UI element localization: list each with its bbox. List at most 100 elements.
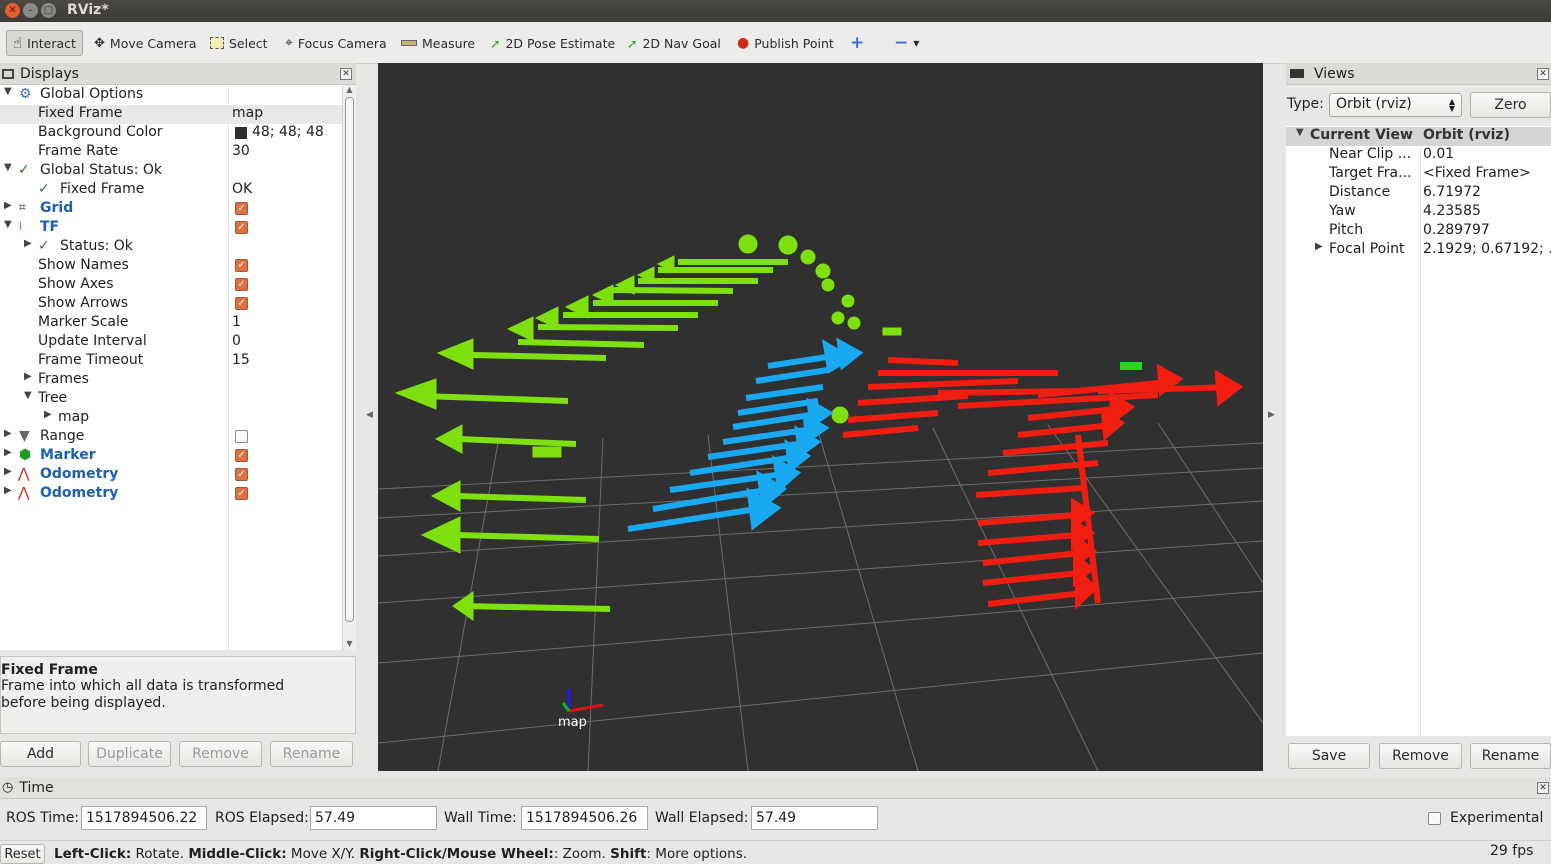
tree-row-fixed-frame[interactable]: Fixed Frame map: [0, 105, 342, 124]
remove-display-button[interactable]: Remove: [179, 741, 262, 767]
tree-row-global-status[interactable]: ▼ ✓ Global Status: Ok: [0, 162, 342, 181]
chevron-right-icon[interactable]: ▶: [4, 485, 12, 496]
range-checkbox[interactable]: [235, 430, 248, 443]
tree-row-grid[interactable]: ▶ ⌗ Grid ✓: [0, 200, 342, 219]
frame-rate-value[interactable]: 30: [232, 143, 250, 159]
scrollbar-thumb[interactable]: [345, 97, 354, 622]
tree-row-show-axes[interactable]: Show Axes ✓: [0, 276, 342, 295]
tree-row-global-options[interactable]: ▼ ⚙ Global Options: [0, 86, 342, 105]
rename-view-button[interactable]: Rename: [1470, 743, 1551, 769]
tree-row-frame-timeout[interactable]: Frame Timeout 15: [0, 352, 342, 371]
reset-button[interactable]: Reset: [0, 844, 45, 864]
view-prop-value[interactable]: 4.23585: [1423, 203, 1481, 219]
view-prop-row[interactable]: Target Fra... <Fixed Frame>: [1286, 165, 1551, 184]
close-window-button[interactable]: ✕: [5, 3, 20, 18]
remove-tool-button[interactable]: − ▼: [888, 30, 925, 56]
tree-row-frames[interactable]: ▶ Frames: [0, 371, 342, 390]
tree-row-odometry-1[interactable]: ▶ ⋀ Odometry ✓: [0, 466, 342, 485]
view-prop-row[interactable]: ▶ Focal Point 2.1929; 0.67192; ...: [1286, 241, 1551, 260]
wall-time-field[interactable]: 1517894506.26: [521, 806, 648, 830]
tree-row-show-arrows[interactable]: Show Arrows ✓: [0, 295, 342, 314]
chevron-right-icon[interactable]: ▶: [44, 409, 52, 420]
chevron-right-icon[interactable]: ▶: [4, 428, 12, 439]
2d-nav-goal-tool[interactable]: ➚ 2D Nav Goal: [621, 30, 727, 56]
displays-tree[interactable]: ▼ ⚙ Global Options Fixed Frame map Backg…: [0, 85, 342, 650]
add-display-button[interactable]: Add: [0, 741, 81, 767]
chevron-right-icon[interactable]: ▶: [4, 466, 12, 477]
tf-checkbox[interactable]: ✓: [235, 221, 248, 234]
tree-row-range[interactable]: ▶ ▼ Range: [0, 428, 342, 447]
chevron-down-icon[interactable]: ▼: [4, 86, 12, 97]
chevron-down-icon[interactable]: ▼: [4, 162, 12, 173]
right-splitter-handle[interactable]: ▶: [1268, 410, 1275, 420]
tree-row-tf[interactable]: ▼ ⟊ TF ✓: [0, 219, 342, 238]
marker-scale-value[interactable]: 1: [232, 314, 241, 330]
tree-row-marker-scale[interactable]: Marker Scale 1: [0, 314, 342, 333]
left-splitter-handle[interactable]: ◀: [366, 410, 373, 420]
maximize-window-button[interactable]: □: [41, 3, 56, 18]
tree-row-marker[interactable]: ▶ ⬢ Marker ✓: [0, 447, 342, 466]
move-camera-tool[interactable]: ✥ Move Camera: [88, 30, 202, 56]
wall-elapsed-field[interactable]: 57.49: [751, 806, 878, 830]
add-tool-button[interactable]: +: [844, 30, 870, 56]
select-tool[interactable]: Select: [204, 30, 274, 56]
remove-view-button[interactable]: Remove: [1379, 743, 1462, 769]
tree-row-background-color[interactable]: Background Color 48; 48; 48: [0, 124, 342, 143]
save-view-button[interactable]: Save: [1288, 743, 1370, 769]
view-prop-value[interactable]: 6.71972: [1423, 184, 1481, 200]
2d-pose-estimate-tool[interactable]: ➚ 2D Pose Estimate: [484, 30, 621, 56]
tree-row-map[interactable]: ▶ map: [0, 409, 342, 428]
experimental-checkbox[interactable]: [1428, 812, 1441, 825]
tree-row-tf-status[interactable]: ▶ ✓ Status: Ok: [0, 238, 342, 257]
chevron-down-icon[interactable]: ▼: [4, 219, 12, 230]
show-arrows-checkbox[interactable]: ✓: [235, 297, 248, 310]
duplicate-display-button[interactable]: Duplicate: [88, 741, 171, 767]
3d-viewport[interactable]: map: [377, 63, 1264, 772]
view-prop-row[interactable]: Distance 6.71972: [1286, 184, 1551, 203]
close-icon[interactable]: ✕: [340, 68, 352, 80]
close-icon[interactable]: ✕: [1537, 68, 1549, 80]
ros-time-field[interactable]: 1517894506.22: [81, 806, 207, 830]
grid-checkbox[interactable]: ✓: [235, 202, 248, 215]
scroll-up-arrow-icon[interactable]: ▲: [343, 85, 356, 94]
view-prop-value[interactable]: 2.1929; 0.67192; ...: [1423, 241, 1551, 257]
chevron-down-icon[interactable]: ▼: [24, 390, 32, 401]
tree-row-odometry-2[interactable]: ▶ ⋀ Odometry ✓: [0, 485, 342, 504]
tree-row-update-interval[interactable]: Update Interval 0: [0, 333, 342, 352]
fixed-frame-value[interactable]: map: [232, 105, 263, 121]
marker-checkbox[interactable]: ✓: [235, 449, 248, 462]
minimize-window-button[interactable]: –: [23, 3, 38, 18]
chevron-right-icon[interactable]: ▶: [4, 447, 12, 458]
displays-scrollbar[interactable]: ▲ ▼: [342, 85, 356, 650]
ros-elapsed-field[interactable]: 57.49: [310, 806, 437, 830]
tree-row-show-names[interactable]: Show Names ✓: [0, 257, 342, 276]
view-prop-row[interactable]: Near Clip ... 0.01: [1286, 146, 1551, 165]
tree-row-frame-rate[interactable]: Frame Rate 30: [0, 143, 342, 162]
view-prop-value[interactable]: <Fixed Frame>: [1423, 165, 1531, 181]
chevron-right-icon[interactable]: ▶: [24, 238, 32, 249]
view-prop-row[interactable]: Pitch 0.289797: [1286, 222, 1551, 241]
view-prop-value[interactable]: 0.289797: [1423, 222, 1490, 238]
update-interval-value[interactable]: 0: [232, 333, 241, 349]
view-prop-row[interactable]: Yaw 4.23585: [1286, 203, 1551, 222]
chevron-down-icon[interactable]: ▼: [1296, 127, 1304, 138]
show-axes-checkbox[interactable]: ✓: [235, 278, 248, 291]
background-color-value[interactable]: 48; 48; 48: [252, 124, 324, 140]
view-prop-value[interactable]: 0.01: [1423, 146, 1454, 162]
frame-timeout-value[interactable]: 15: [232, 352, 250, 368]
odometry-checkbox[interactable]: ✓: [235, 468, 248, 481]
interact-tool[interactable]: ☝ Interact: [6, 30, 83, 56]
color-swatch[interactable]: [235, 127, 247, 139]
show-names-checkbox[interactable]: ✓: [235, 259, 248, 272]
tree-row-tree[interactable]: ▼ Tree: [0, 390, 342, 409]
close-icon[interactable]: ✕: [1537, 782, 1549, 794]
measure-tool[interactable]: Measure: [395, 30, 481, 56]
tree-row-status-fixed-frame[interactable]: ✓ Fixed Frame OK: [0, 181, 342, 200]
scroll-down-arrow-icon[interactable]: ▼: [343, 639, 356, 648]
zero-button[interactable]: Zero: [1470, 92, 1551, 118]
publish-point-tool[interactable]: ● Publish Point: [731, 30, 840, 56]
chevron-right-icon[interactable]: ▶: [24, 371, 32, 382]
odometry-checkbox[interactable]: ✓: [235, 487, 248, 500]
view-type-select[interactable]: Orbit (rviz) ▲ ▼: [1329, 93, 1462, 117]
chevron-right-icon[interactable]: ▶: [4, 200, 12, 211]
